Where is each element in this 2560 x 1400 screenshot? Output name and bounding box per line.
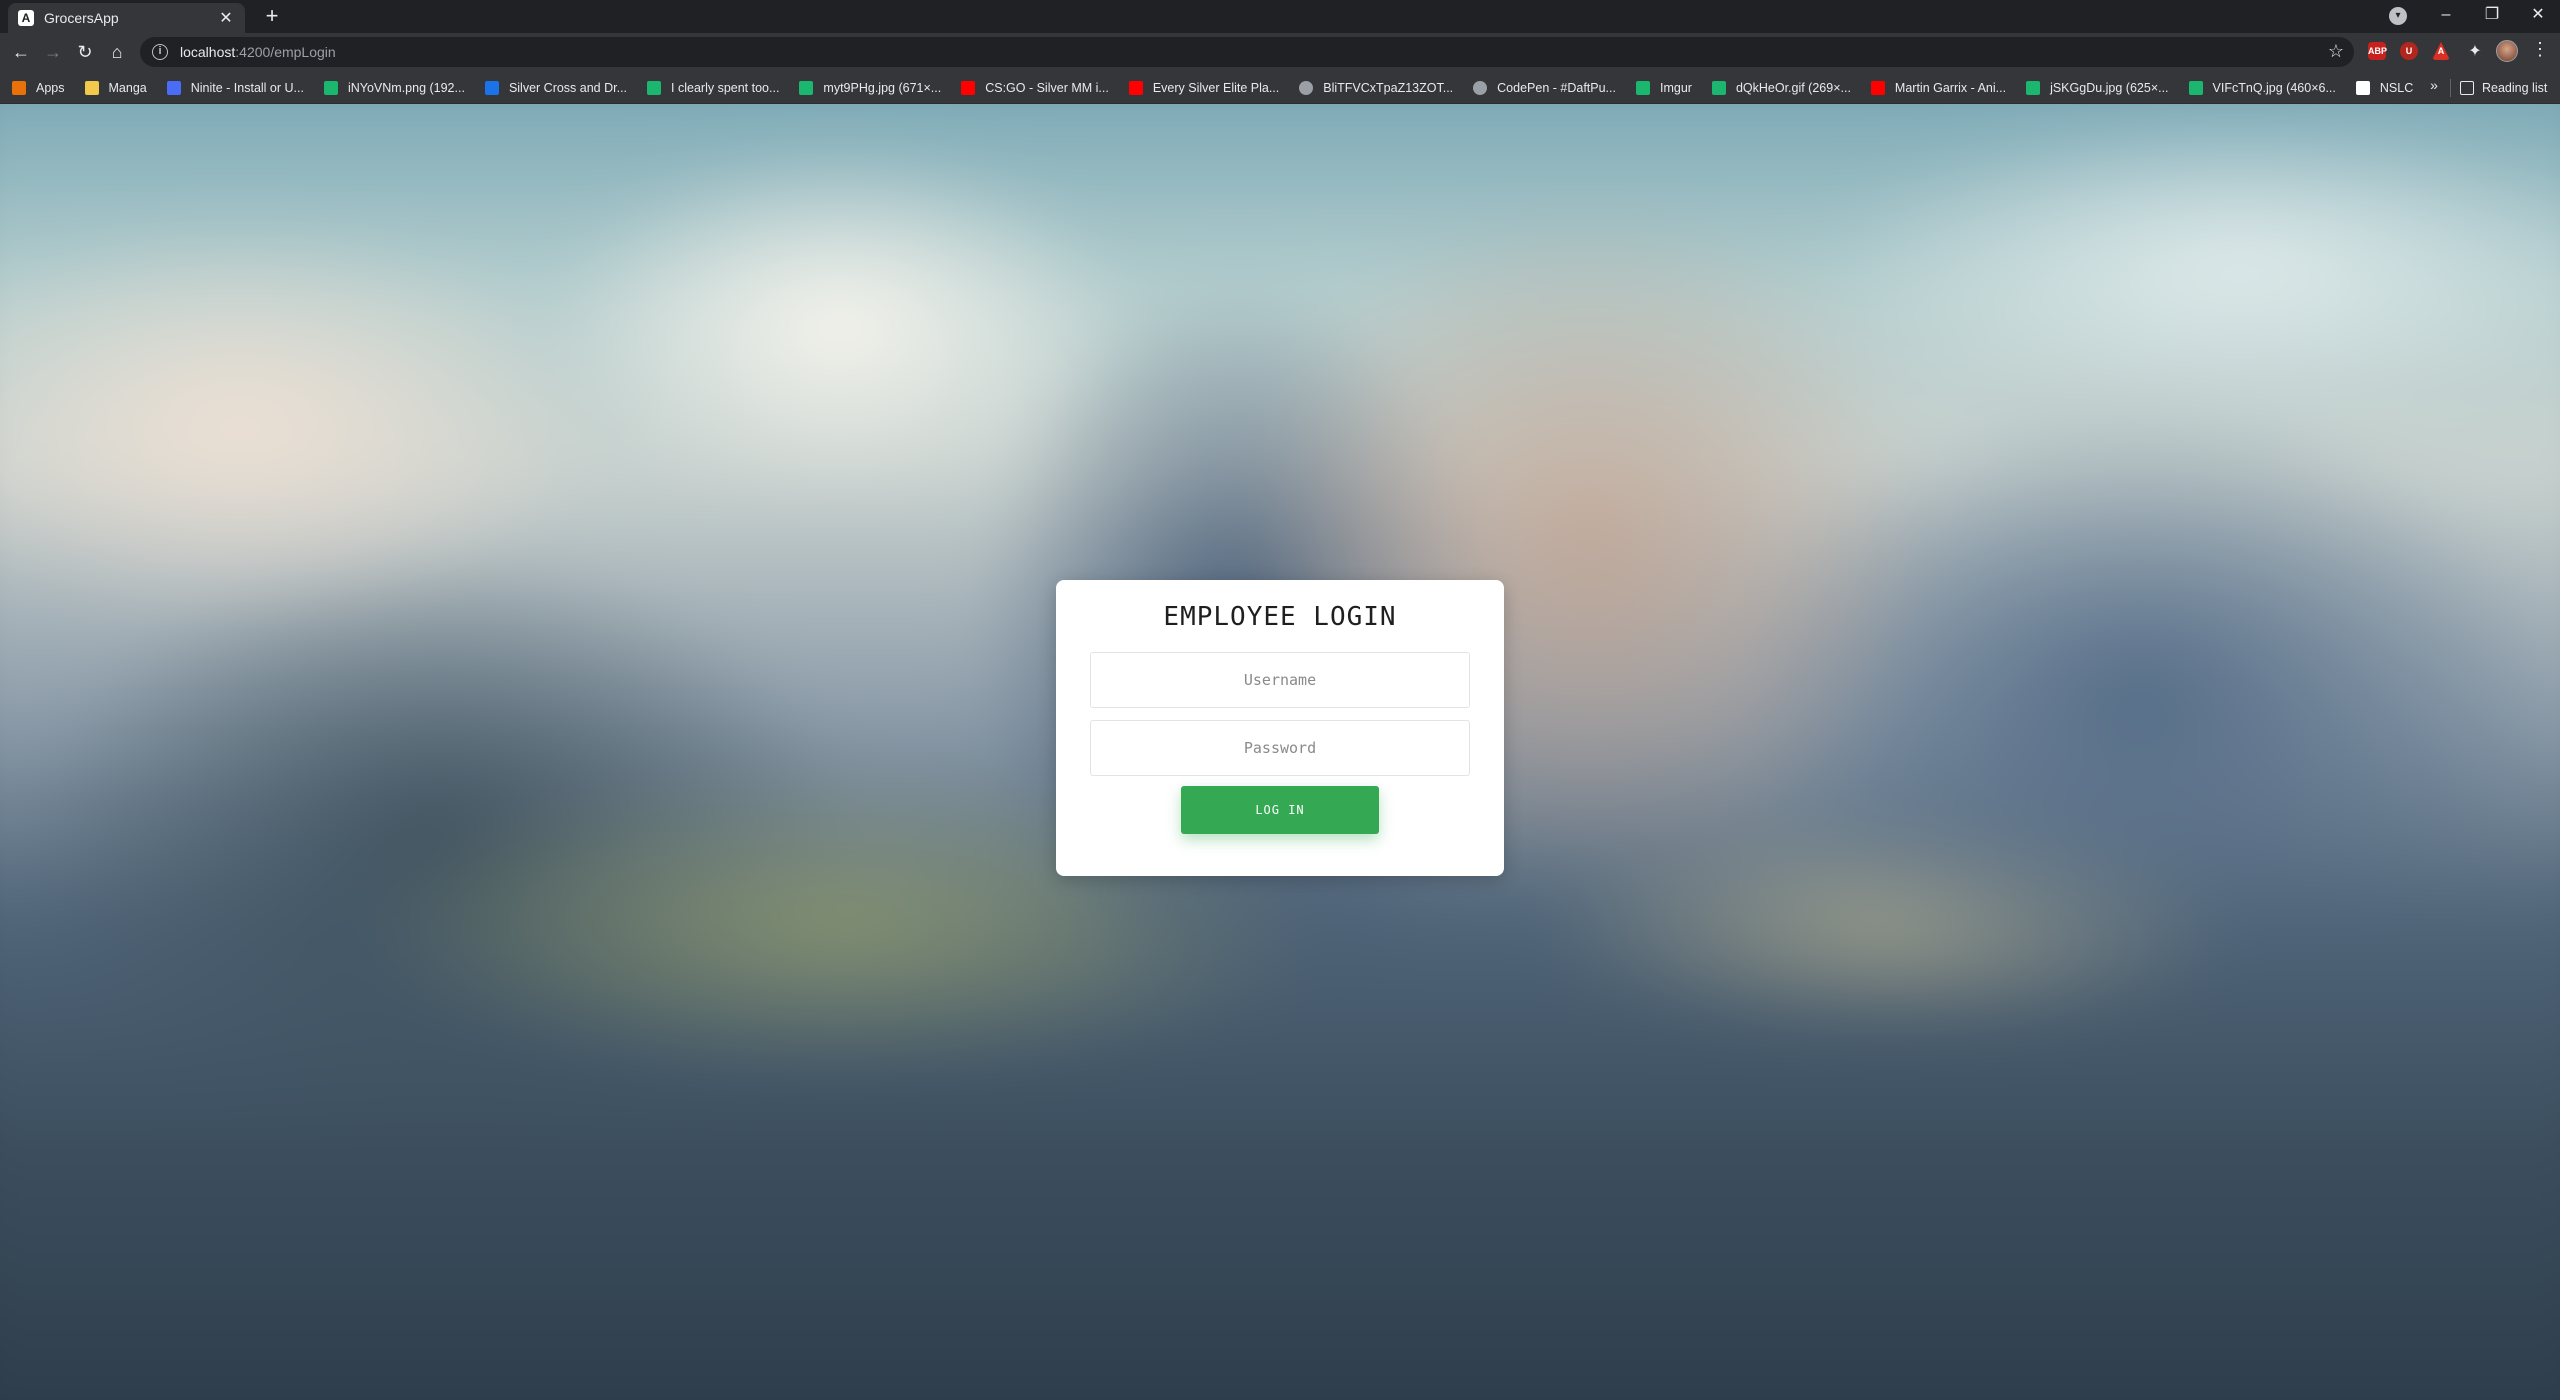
bookmark-item[interactable]: Apps — [0, 71, 73, 104]
browser-toolbar: ← → ↻ ⌂ i localhost :4200/empLogin ☆ ABP… — [0, 33, 2560, 71]
white-square-icon — [2355, 80, 2370, 95]
bookmark-item[interactable]: myt9PHg.jpg (671×... — [787, 71, 949, 104]
reading-list-icon — [2460, 80, 2474, 95]
codepen-icon — [1473, 80, 1488, 95]
youtube-icon — [1870, 80, 1885, 95]
adblock-extension-icon[interactable]: ABP — [2368, 42, 2387, 60]
site-info-icon[interactable]: i — [152, 44, 168, 60]
bookmark-label: Imgur — [1659, 80, 1692, 95]
globe-icon — [1299, 80, 1314, 95]
bookmark-label: BliTFVCxTpaZ13ZOT... — [1323, 80, 1454, 95]
profile-avatar[interactable] — [2496, 40, 2518, 62]
bookmarks-list: Apps Manga Ninite - Install or U... iNYoVNm… — [0, 71, 2420, 104]
bookmark-item[interactable]: VIFcTnQ.jpg (460×6... — [2177, 71, 2344, 104]
restore-icon[interactable]: ❐ — [2478, 2, 2506, 28]
bookmark-label: myt9PHg.jpg (671×... — [823, 80, 942, 95]
bookmark-label: Martin Garrix - Ani... — [1894, 80, 2007, 95]
new-tab-icon[interactable]: + — [260, 4, 284, 28]
imgur-icon — [799, 80, 814, 95]
youtube-icon — [961, 80, 976, 95]
bookmark-label: CodePen - #DaftPu... — [1497, 80, 1616, 95]
more-bookmarks-icon[interactable]: » — [2426, 77, 2442, 93]
minimize-icon[interactable]: – — [2432, 2, 2460, 28]
imgur-icon — [2188, 80, 2203, 95]
bookmarks-bar: Apps Manga Ninite - Install or U... iNYoVNm… — [0, 71, 2560, 104]
bookmark-label: Ninite - Install or U... — [190, 80, 304, 95]
imgur-icon — [323, 80, 338, 95]
ninite-icon — [166, 80, 181, 95]
bookmark-label: Apps — [36, 80, 65, 95]
imgur-icon — [1635, 80, 1650, 95]
imgur-icon — [647, 80, 662, 95]
reading-list-button[interactable]: Reading list — [2460, 71, 2547, 104]
browser-menu-icon[interactable]: ⋮ — [2530, 39, 2550, 60]
url-path: :4200/empLogin — [235, 44, 336, 60]
bookmark-label: iNYoVNm.png (192... — [347, 80, 465, 95]
bookmarks-divider — [2450, 79, 2451, 97]
username-input[interactable] — [1090, 652, 1470, 708]
bookmark-item[interactable]: I clearly spent too... — [635, 71, 787, 104]
login-title: EMPLOYEE LOGIN — [1163, 602, 1397, 632]
url-host: localhost — [180, 44, 236, 60]
bookmark-label: NSLC — [2379, 80, 2414, 95]
password-input[interactable] — [1090, 720, 1470, 776]
ublock-extension-icon[interactable]: U — [2400, 42, 2418, 60]
angular-favicon-icon: A — [18, 10, 34, 26]
forward-icon[interactable]: → — [40, 39, 66, 65]
angular-devtools-extension-icon[interactable]: A — [2432, 42, 2450, 60]
bookmark-item[interactable]: Martin Garrix - Ani... — [1859, 71, 2014, 104]
browser-tab[interactable]: A GrocersApp ✕ — [8, 3, 245, 33]
bookmark-label: VIFcTnQ.jpg (460×6... — [2212, 80, 2336, 95]
login-button[interactable]: LOG IN — [1181, 786, 1379, 834]
bookmark-item[interactable]: Manga — [73, 71, 155, 104]
imgur-icon — [1711, 80, 1726, 95]
apps-grid-icon — [12, 80, 26, 95]
reload-icon[interactable]: ↻ — [72, 39, 98, 65]
bookmark-star-icon[interactable]: ☆ — [2328, 41, 2344, 62]
bookmark-label: I clearly spent too... — [671, 80, 780, 95]
bookmark-item[interactable]: Every Silver Elite Pla... — [1117, 71, 1287, 104]
bookmark-item[interactable]: iNYoVNm.png (192... — [312, 71, 473, 104]
bookmark-label: Manga — [108, 80, 147, 95]
back-icon[interactable]: ← — [8, 39, 34, 65]
bookmark-item[interactable]: BliTFVCxTpaZ13ZOT... — [1287, 71, 1461, 104]
tab-title: GrocersApp — [44, 10, 119, 26]
bookmark-label: Silver Cross and Dr... — [508, 80, 628, 95]
bookmark-item[interactable]: CodePen - #DaftPu... — [1461, 71, 1624, 104]
close-window-icon[interactable]: ✕ — [2524, 2, 2552, 28]
login-card: EMPLOYEE LOGIN LOG IN — [1056, 580, 1504, 876]
address-bar[interactable]: i localhost :4200/empLogin ☆ — [140, 37, 2354, 67]
bookmark-label: dQkHeOr.gif (269×... — [1735, 80, 1851, 95]
home-icon[interactable]: ⌂ — [104, 39, 130, 65]
bookmark-item[interactable]: Silver Cross and Dr... — [473, 71, 635, 104]
youtube-icon — [1128, 80, 1143, 95]
imgur-icon — [2026, 80, 2041, 95]
bookmark-label: CS:GO - Silver MM i... — [985, 80, 1109, 95]
bookmark-item[interactable]: Imgur — [1624, 71, 1700, 104]
bookmark-item[interactable]: NSLC — [2344, 71, 2420, 104]
bookmark-item[interactable]: jSKGgDu.jpg (625×... — [2014, 71, 2176, 104]
bookmark-item[interactable]: Ninite - Install or U... — [155, 71, 312, 104]
bookmark-label: jSKGgDu.jpg (625×... — [2050, 80, 2169, 95]
page-viewport: EMPLOYEE LOGIN LOG IN — [0, 104, 2560, 1400]
tab-strip: A GrocersApp ✕ + ▾ – ❐ ✕ — [0, 0, 2560, 33]
bookmark-item[interactable]: CS:GO - Silver MM i... — [949, 71, 1117, 104]
bookmark-label: Every Silver Elite Pla... — [1152, 80, 1280, 95]
blue-square-icon — [484, 80, 499, 95]
close-tab-icon[interactable]: ✕ — [217, 8, 235, 28]
folder-icon — [84, 80, 99, 95]
extensions-puzzle-icon[interactable]: ✦ — [2462, 39, 2488, 65]
reading-list-label: Reading list — [2482, 80, 2548, 95]
tab-search-icon[interactable]: ▾ — [2389, 7, 2407, 25]
bookmark-item[interactable]: dQkHeOr.gif (269×... — [1700, 71, 1859, 104]
